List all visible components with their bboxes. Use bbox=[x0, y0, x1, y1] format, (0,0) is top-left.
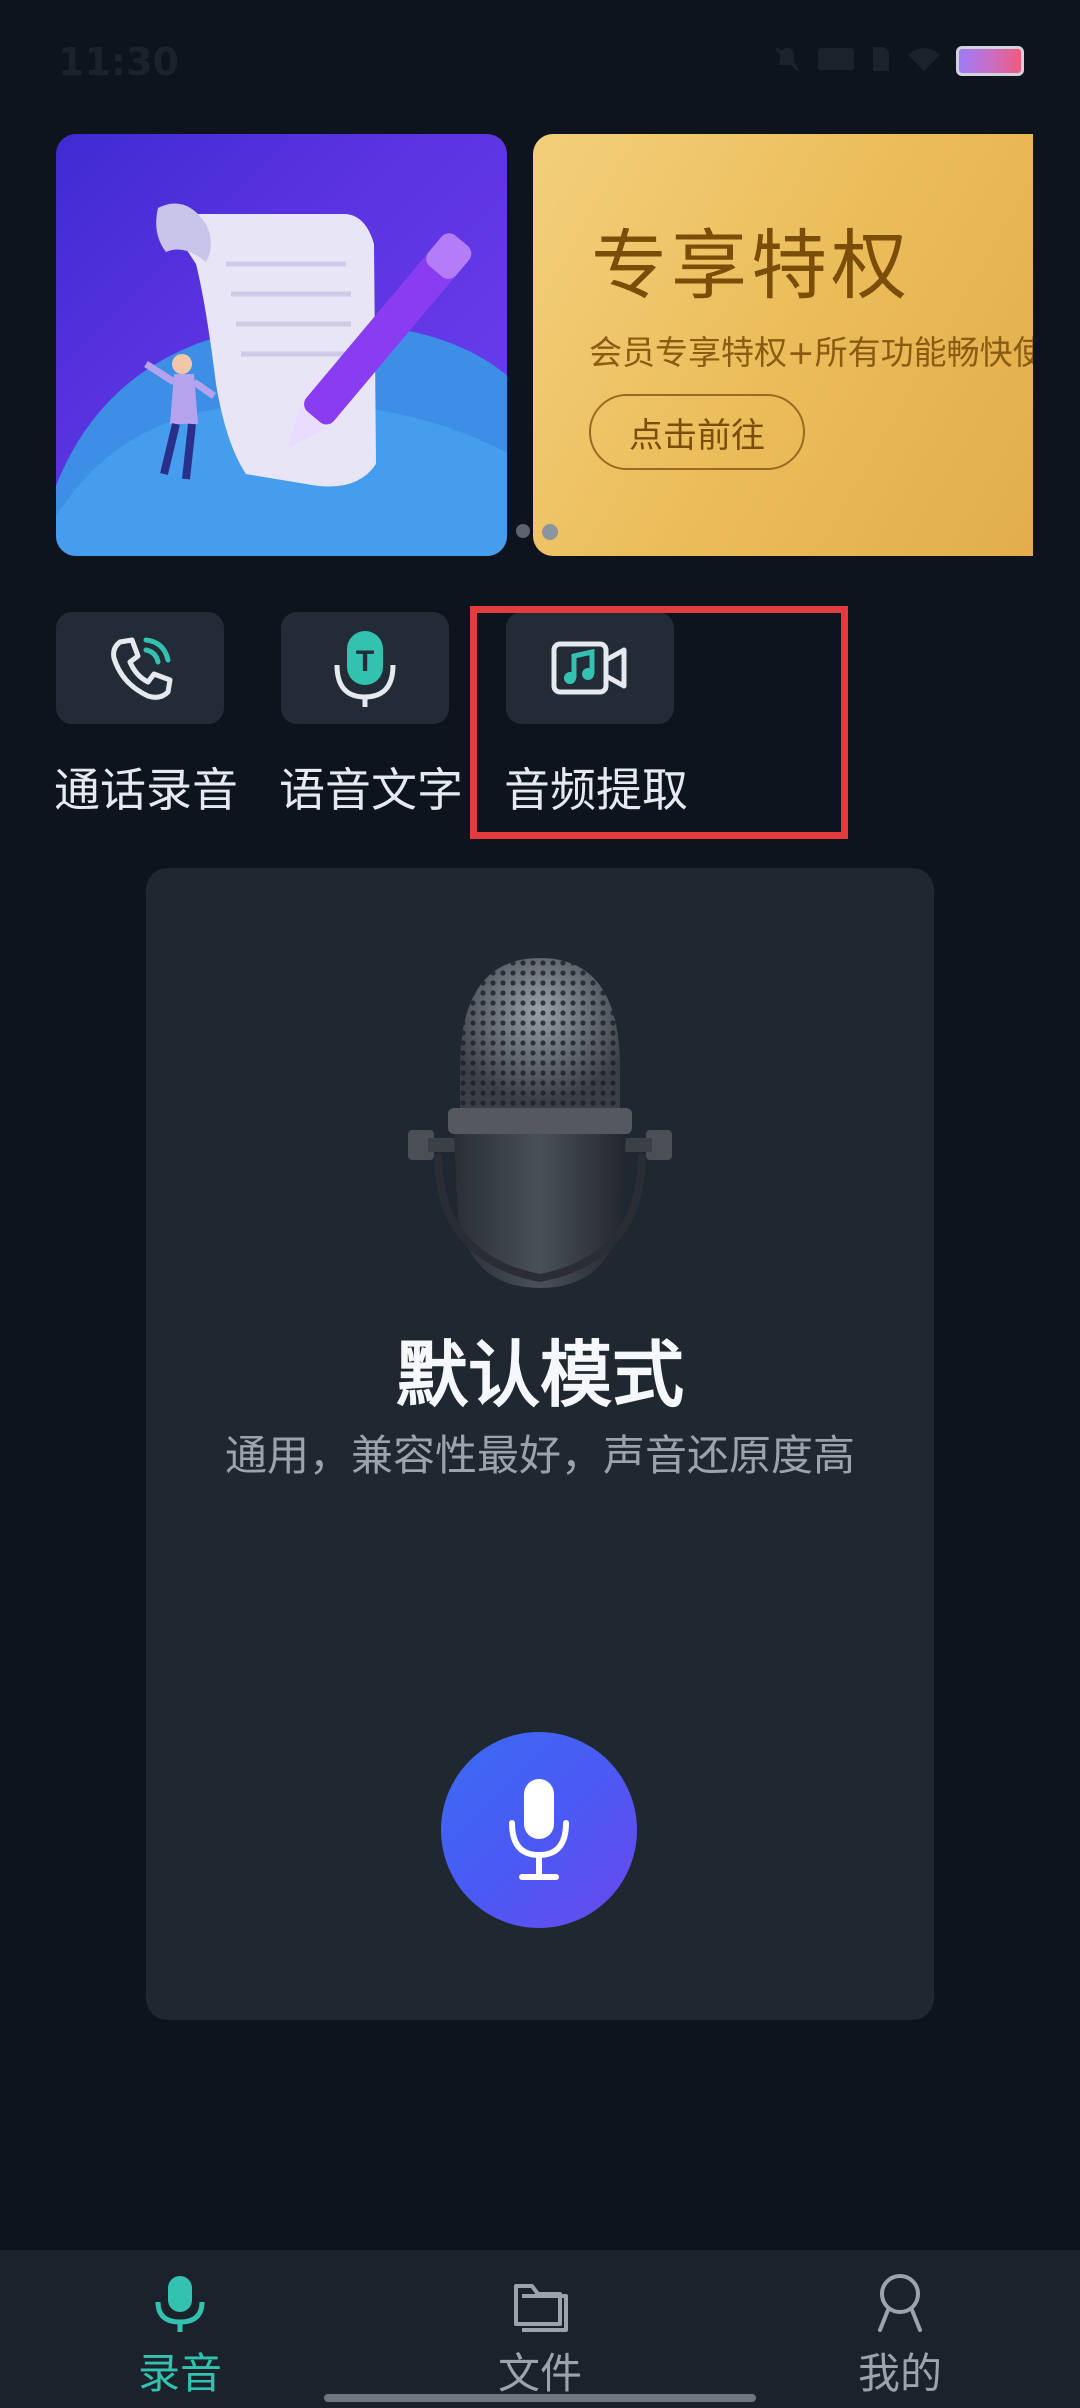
tab-label: 我的 bbox=[857, 2349, 942, 2398]
mute-icon bbox=[772, 44, 802, 78]
pagination-dot-active bbox=[542, 524, 558, 540]
svg-text:T: T bbox=[356, 645, 374, 678]
tab-label: 文件 bbox=[497, 2349, 582, 2398]
writing-illustration bbox=[56, 203, 507, 556]
studio-microphone-illustration bbox=[408, 958, 672, 1288]
microphone-icon bbox=[155, 2276, 205, 2332]
sim-icon bbox=[870, 44, 892, 78]
call-record-icon[interactable] bbox=[56, 612, 224, 724]
record-button[interactable] bbox=[441, 1732, 637, 1928]
tool-call-record[interactable]: 通话录音 bbox=[54, 612, 238, 817]
folder-icon bbox=[514, 2284, 568, 2332]
banner-vip-privilege[interactable]: 专享特权 会员专享特权+所有功能畅快使 点击前往 bbox=[533, 134, 1033, 556]
status-time: 11:30 bbox=[58, 40, 179, 84]
banner-subtitle: 会员专享特权+所有功能畅快使 bbox=[589, 333, 1033, 372]
data-speed-icon bbox=[816, 44, 856, 78]
tool-speech-to-text[interactable]: T 语音文字 bbox=[279, 612, 463, 817]
highlight-box bbox=[470, 606, 848, 839]
banner-writing[interactable] bbox=[56, 134, 507, 556]
tab-label: 录音 bbox=[137, 2349, 222, 2398]
battery-icon bbox=[956, 46, 1024, 76]
tool-label: 语音文字 bbox=[279, 763, 463, 817]
bottom-tab-bar: 录音 文件 我的 bbox=[0, 2250, 1080, 2408]
speech-to-text-icon[interactable]: T bbox=[281, 612, 449, 724]
status-bar: 11:30 bbox=[0, 0, 1080, 120]
mode-card[interactable]: 默认模式 通用，兼容性最好，声音还原度高 bbox=[146, 868, 934, 2020]
tab-profile[interactable]: 我的 bbox=[720, 2250, 1080, 2408]
banner-title: 专享特权 bbox=[591, 221, 911, 310]
wifi-icon bbox=[906, 45, 942, 77]
mode-description: 通用，兼容性最好，声音还原度高 bbox=[224, 1431, 855, 1480]
tab-record[interactable]: 录音 bbox=[0, 2250, 360, 2408]
home-indicator[interactable] bbox=[324, 2394, 756, 2402]
banner-go-button[interactable]: 点击前往 bbox=[589, 394, 805, 470]
microphone-icon bbox=[509, 1779, 569, 1880]
pagination-dot bbox=[516, 524, 530, 538]
tool-label: 通话录音 bbox=[54, 763, 238, 817]
mode-title: 默认模式 bbox=[395, 1333, 684, 1417]
banner-pagination bbox=[516, 524, 558, 540]
tab-files[interactable]: 文件 bbox=[360, 2250, 720, 2408]
profile-icon bbox=[878, 2274, 922, 2332]
